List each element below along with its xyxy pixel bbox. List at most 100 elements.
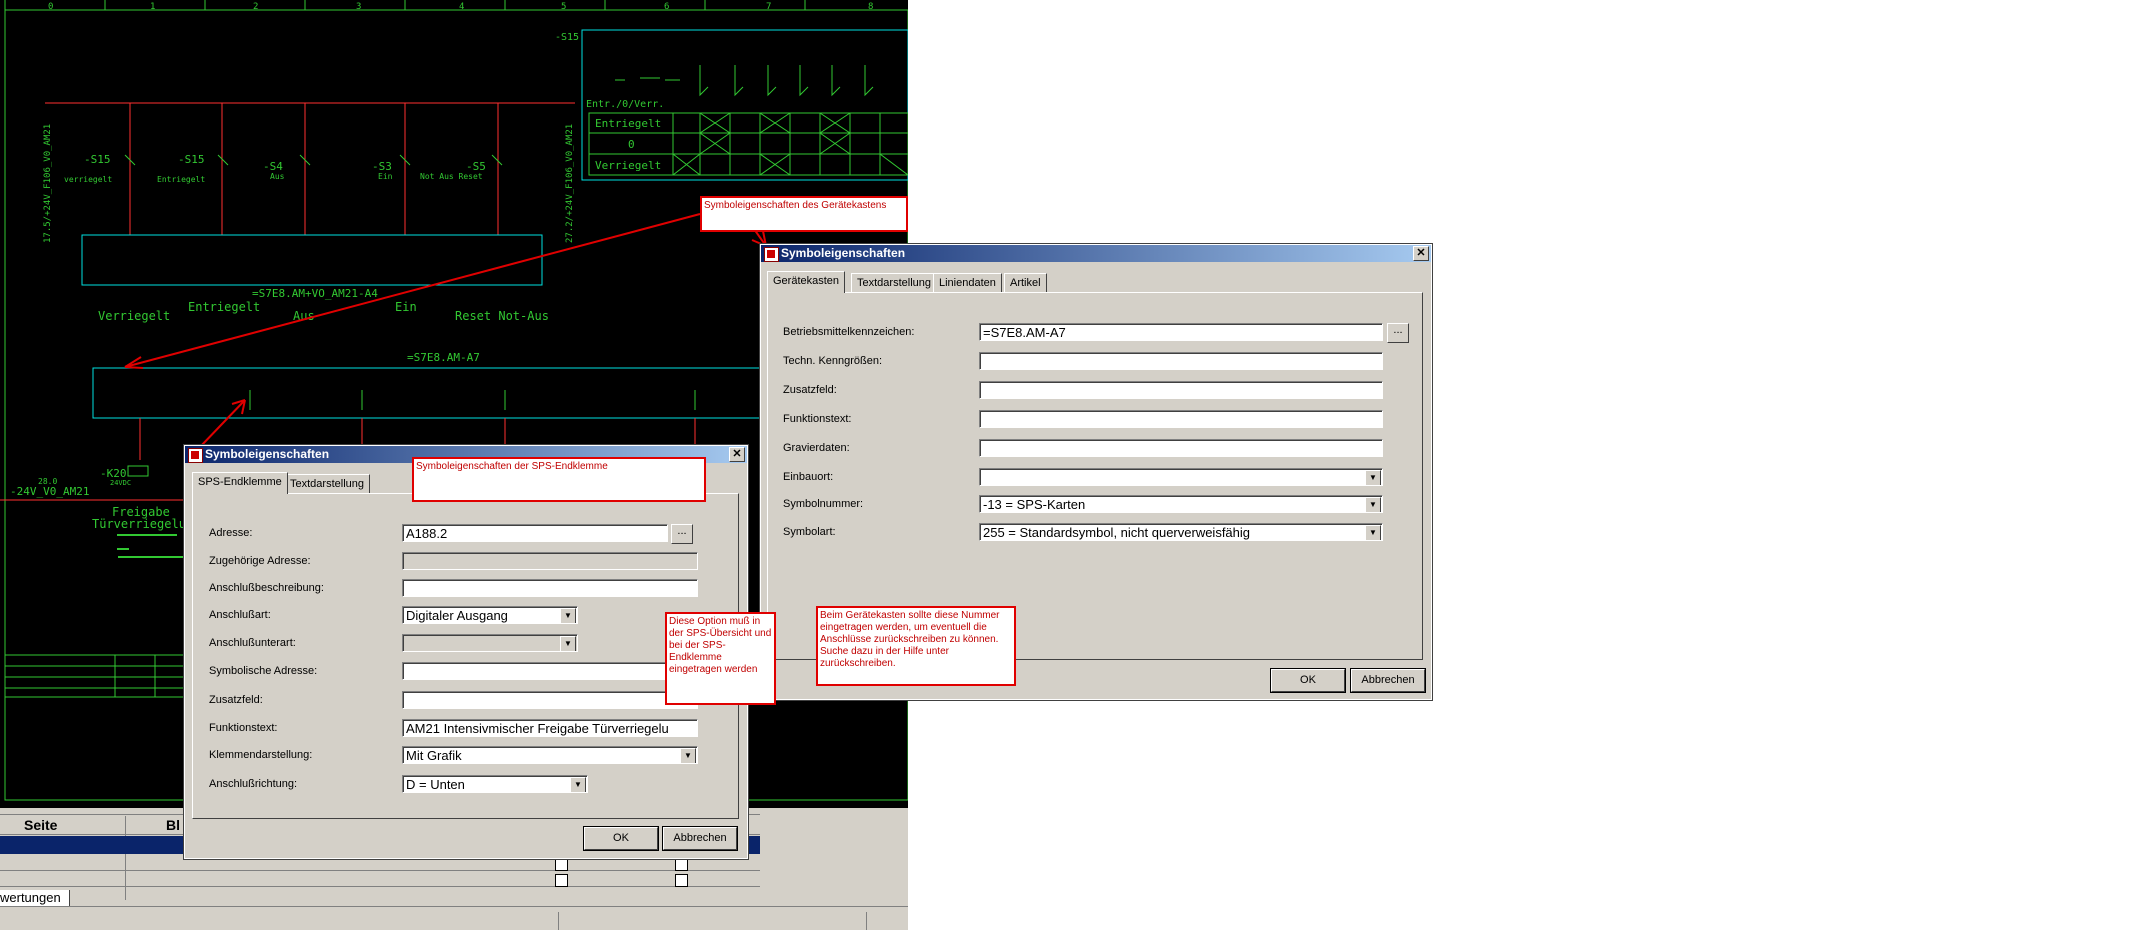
- chevron-down-icon[interactable]: ▼: [1365, 470, 1381, 485]
- close-icon[interactable]: ✕: [1413, 246, 1429, 261]
- field-label: Funktionstext:: [783, 413, 852, 425]
- sheet-tab-auswertungen[interactable]: wertungen: [0, 890, 70, 906]
- techn-kenngroessen-input[interactable]: [979, 352, 1383, 370]
- select-value: -13 = SPS-Karten: [983, 497, 1086, 512]
- switch-sub-label: Ein: [378, 172, 393, 181]
- annotation-geraetekasten-title: Symboleigenschaften des Gerätekastens: [700, 196, 908, 232]
- chevron-down-icon[interactable]: ▼: [1365, 497, 1381, 512]
- annotation-symbolnummer-note: Beim Gerätekasten sollte diese Nummer ei…: [816, 606, 1016, 686]
- checkbox[interactable]: [555, 874, 568, 887]
- ruler-label: 7: [766, 2, 771, 12]
- column-header-seite[interactable]: Seite: [24, 817, 57, 833]
- module-label: =S7E8.AM-A7: [407, 351, 480, 364]
- anschlussbeschreibung-input[interactable]: [402, 579, 698, 597]
- ok-button[interactable]: OK: [1270, 668, 1346, 693]
- klemmendarstellung-select[interactable]: Mit Grafik ▼: [402, 746, 698, 764]
- tab-liniendaten[interactable]: Liniendaten: [933, 273, 1002, 292]
- adresse-input[interactable]: A188.2: [402, 524, 668, 542]
- symbolische-adresse-input[interactable]: [402, 662, 698, 680]
- switch-sub-label: Not Aus Reset: [420, 172, 483, 181]
- field-label: Adresse:: [209, 527, 253, 539]
- checkbox[interactable]: [675, 858, 688, 871]
- field-label: Zugehörige Adresse:: [209, 555, 311, 567]
- ruler-label: 8: [868, 2, 873, 12]
- switch-label: -S15: [84, 153, 111, 166]
- ruler-label: 2: [253, 2, 258, 12]
- column-header-bl[interactable]: Bl: [166, 817, 180, 833]
- field-label: Symbolische Adresse:: [209, 665, 318, 677]
- relay-text: Türverriegelun: [92, 517, 193, 531]
- tab-artikel[interactable]: Artikel: [1004, 273, 1047, 292]
- zusatzfeld-input[interactable]: [402, 691, 698, 709]
- anschlussrichtung-select[interactable]: D = Unten ▼: [402, 775, 588, 793]
- tab-geraetekasten[interactable]: Gerätekasten: [767, 271, 846, 293]
- tab-textdarstellung[interactable]: Textdarstellung: [284, 474, 370, 493]
- annotation-sps-title: Symboleigenschaften der SPS-Endklemme: [412, 457, 706, 502]
- chevron-down-icon[interactable]: ▼: [560, 608, 576, 623]
- field-label: Symbolart:: [783, 526, 836, 538]
- field-label: Anschlußbeschreibung:: [209, 582, 324, 594]
- divider: [0, 906, 908, 907]
- browse-button[interactable]: ...: [671, 524, 693, 544]
- switch-sub-label: Aus: [270, 172, 285, 181]
- switch-table-row: Entriegelt: [595, 117, 661, 130]
- checkbox[interactable]: [555, 858, 568, 871]
- switch-table-row: Verriegelt: [595, 159, 661, 172]
- chevron-down-icon: ▼: [560, 636, 576, 651]
- select-value: D = Unten: [406, 777, 465, 792]
- symbolnummer-select[interactable]: -13 = SPS-Karten ▼: [979, 495, 1383, 513]
- app-icon: [764, 247, 779, 262]
- tab-sps-endklemme[interactable]: SPS-Endklemme: [192, 472, 288, 494]
- annotation-option-note: Diese Option muß in der SPS-Übersicht un…: [665, 612, 776, 705]
- module-text: Aus: [293, 309, 315, 323]
- cancel-button[interactable]: Abbrechen: [662, 826, 738, 851]
- relay-voltage: 24VDC: [110, 479, 131, 487]
- divider: [125, 816, 126, 900]
- zusatzfeld-input[interactable]: [979, 381, 1383, 399]
- symbolart-select[interactable]: 255 = Standardsymbol, nicht querverweisf…: [979, 523, 1383, 541]
- field-label: Zusatzfeld:: [783, 384, 837, 396]
- dialog-title: Symboleigenschaften: [781, 246, 906, 260]
- field-label: Einbauort:: [783, 471, 834, 483]
- einbauort-select[interactable]: ▼: [979, 468, 1383, 486]
- field-label: Gravierdaten:: [783, 442, 850, 454]
- ruler-label: 0: [48, 2, 53, 12]
- field-label: Techn. Kenngrößen:: [783, 355, 883, 367]
- close-icon[interactable]: ✕: [729, 447, 745, 462]
- anschlussunterart-select: ▼: [402, 634, 578, 652]
- select-value: Digitaler Ausgang: [406, 608, 508, 623]
- statusbar-divider: [558, 912, 559, 930]
- chevron-down-icon[interactable]: ▼: [1365, 525, 1381, 540]
- browse-button[interactable]: ...: [1387, 323, 1409, 343]
- field-label: Zusatzfeld:: [209, 694, 263, 706]
- chevron-down-icon[interactable]: ▼: [680, 748, 696, 763]
- funktionstext-input[interactable]: [979, 410, 1383, 428]
- field-label: Betriebsmittelkennzeichen:: [783, 326, 915, 338]
- tab-textdarstellung[interactable]: Textdarstellung: [851, 273, 937, 292]
- switch-sub-label: Entriegelt: [157, 175, 205, 184]
- ruler-label: 3: [356, 2, 361, 12]
- chevron-down-icon[interactable]: ▼: [570, 777, 586, 792]
- gravierdaten-input[interactable]: [979, 439, 1383, 457]
- select-value: Mit Grafik: [406, 748, 462, 763]
- switch-sub-label: verriegelt: [64, 175, 112, 184]
- field-label: Anschlußrichtung:: [209, 778, 298, 790]
- dialog-titlebar[interactable]: Symboleigenschaften ✕: [761, 245, 1431, 262]
- dialog-sps-endklemme: Symboleigenschaften ✕ SPS-Endklemme Text…: [183, 444, 749, 860]
- switch-table-row: 0: [628, 138, 635, 151]
- cancel-button[interactable]: Abbrechen: [1350, 668, 1426, 693]
- ruler-label: 1: [150, 2, 155, 12]
- ok-button[interactable]: OK: [583, 826, 659, 851]
- divider: [0, 886, 760, 887]
- module-text: Reset Not-Aus: [455, 309, 549, 323]
- ruler-label: 5: [561, 2, 566, 12]
- anschlussart-select[interactable]: Digitaler Ausgang ▼: [402, 606, 578, 624]
- zugehoerige-adresse-input: [402, 552, 698, 570]
- checkbox[interactable]: [675, 874, 688, 887]
- divider: [0, 870, 760, 871]
- funktionstext-input[interactable]: AM21 Intensivmischer Freigabe Türverrieg…: [402, 719, 698, 737]
- field-label: Klemmendarstellung:: [209, 749, 313, 761]
- betriebsmittelkennzeichen-input[interactable]: =S7E8.AM-A7: [979, 323, 1383, 341]
- ruler-label: 4: [459, 2, 464, 12]
- module-text: Entriegelt: [188, 300, 260, 314]
